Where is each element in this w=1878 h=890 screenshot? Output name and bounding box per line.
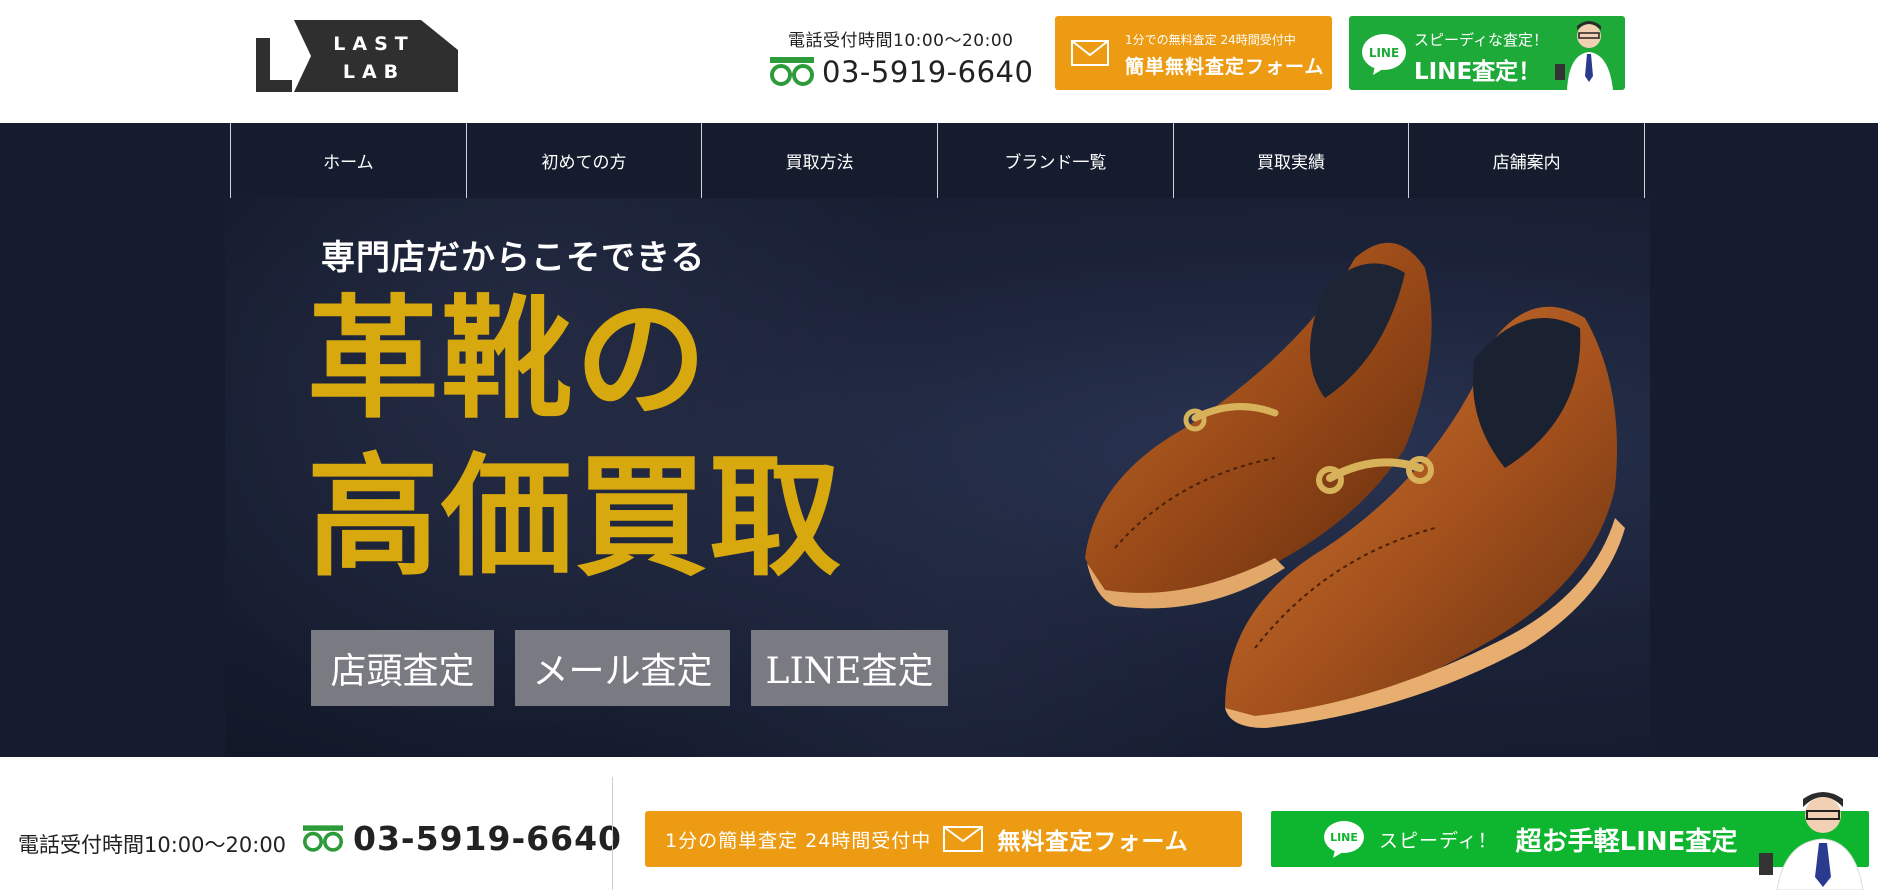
hero-title-line2: 高価買取 <box>307 440 843 595</box>
line-icon: LINE <box>1324 821 1364 858</box>
logo-text-line1: LAST <box>333 33 414 55</box>
mail-assessment-button[interactable]: 1分での無料査定 24時間受付中 簡単無料査定フォーム <box>1055 16 1332 90</box>
logo-text-line2: LAB <box>343 61 405 83</box>
footer-tel[interactable]: 03-5919-6640 <box>303 819 622 858</box>
nav-item-purchase-methods[interactable]: 買取方法 <box>702 123 939 198</box>
line-button-caption: スピーディな査定！ <box>1414 31 1548 49</box>
staff-person-illustration <box>1555 21 1613 90</box>
footer-tel-hours: 電話受付時間10:00〜20:00 <box>18 833 287 857</box>
hero-subtitle: 専門店だからこそできる <box>321 238 706 278</box>
main-nav: ホーム 初めての方 買取方法 ブランド一覧 買取実績 店舗案内 <box>230 123 1646 198</box>
loafer-shoes-image <box>1085 242 1625 728</box>
footer-line-caption: スピーディ！ <box>1379 829 1498 852</box>
nav-item-purchase-results[interactable]: 買取実績 <box>1174 123 1410 198</box>
hero-title-line1: 革靴の <box>307 282 709 437</box>
mail-icon <box>1071 40 1109 66</box>
nav-item-home[interactable]: ホーム <box>231 123 467 198</box>
hero-tag-line: LINE査定 <box>751 630 948 706</box>
header-tel-block: 電話受付時間10:00〜20:00 03-5919-6640 <box>770 22 1033 92</box>
mail-icon <box>943 826 984 852</box>
footer-tel-number[interactable]: 03-5919-6640 <box>353 819 622 858</box>
nav-item-brand-list[interactable]: ブランド一覧 <box>938 123 1174 198</box>
footer-divider <box>612 777 613 890</box>
site-header: LAST LAB 電話受付時間10:00〜20:00 03-5919-6640 … <box>0 0 1878 123</box>
free-dial-icon <box>770 57 814 86</box>
footer-mail-label: 無料査定フォーム <box>997 829 1189 855</box>
free-dial-icon <box>303 824 343 852</box>
hero-tag-mail: メール査定 <box>515 630 730 706</box>
line-button-label: LINE査定！ <box>1414 59 1542 85</box>
mail-button-caption: 1分での無料査定 24時間受付中 <box>1125 33 1296 47</box>
tel-hours: 電話受付時間10:00〜20:00 <box>788 31 1014 51</box>
nav-item-store-info[interactable]: 店舗案内 <box>1409 123 1646 198</box>
hero-tag-store: 店頭査定 <box>311 630 494 706</box>
line-assessment-button[interactable]: LINE スピーディな査定！ LINE査定！ <box>1349 16 1625 90</box>
footer-mail-caption: 1分の簡単査定 24時間受付中 <box>665 829 932 852</box>
tel-row[interactable]: 03-5919-6640 <box>770 52 1033 92</box>
hero-banner[interactable]: 専門店だからこそできる 革靴の 高価買取 店頭査定 メール査定 LINE査定 <box>225 198 1650 757</box>
line-icon: LINE <box>1362 34 1406 75</box>
nav-item-first-time[interactable]: 初めての方 <box>467 123 703 198</box>
footer-contact-bar: 電話受付時間10:00〜20:00 03-5919-6640 1分の簡単査定 2… <box>0 757 1878 890</box>
footer-mail-form-button[interactable]: 1分の簡単査定 24時間受付中 無料査定フォーム <box>645 811 1242 867</box>
tel-number[interactable]: 03-5919-6640 <box>822 55 1033 89</box>
logo-mark: LAST LAB <box>256 20 458 92</box>
staff-person-illustration <box>1759 792 1864 890</box>
mail-button-label: 簡単無料査定フォーム <box>1125 56 1325 78</box>
footer-line-label: 超お手軽LINE査定 <box>1515 826 1738 857</box>
site-logo[interactable]: LAST LAB <box>256 20 458 92</box>
footer-line-icon-text: LINE <box>1330 831 1358 844</box>
line-icon-text: LINE <box>1369 46 1399 60</box>
